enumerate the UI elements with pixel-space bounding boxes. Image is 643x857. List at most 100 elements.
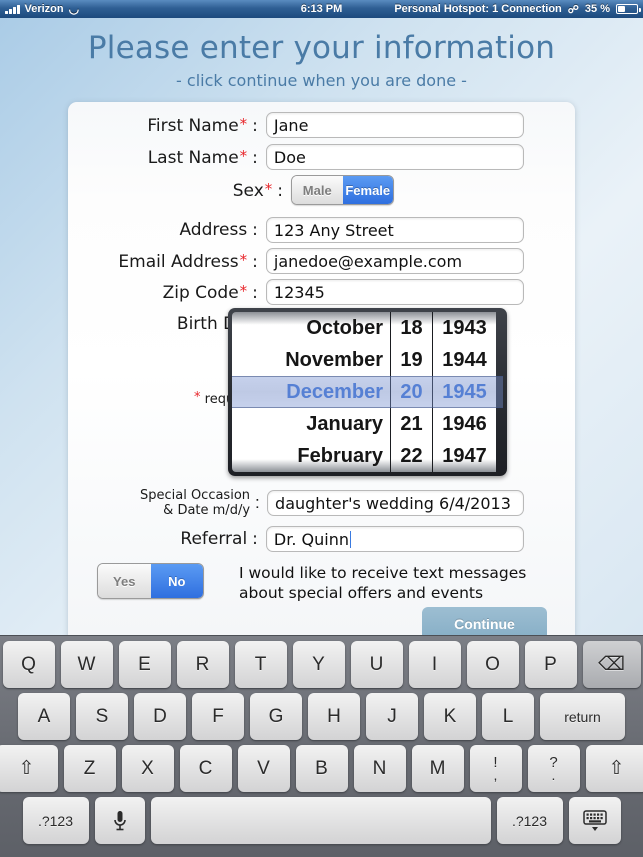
key-l[interactable]: L — [482, 693, 534, 740]
input-email[interactable]: janedoe@example.com — [265, 248, 524, 274]
input-special-occasion[interactable]: daughter's wedding 6/4/2013 — [267, 490, 524, 516]
date-picker-year-wheel[interactable]: 1943 1944 1945 1946 1947 — [432, 312, 496, 472]
segment-no[interactable]: No — [150, 564, 203, 598]
keyboard-row-3: ⇧ Z X C V B N M ! , ? . ⇧ — [0, 745, 643, 792]
required-asterisk: * — [239, 281, 248, 300]
keyboard-row-1: Q W E R T Y U I O P ⌫ — [2, 641, 641, 688]
input-referral[interactable]: Dr. Quinn — [265, 526, 524, 552]
required-asterisk: * — [264, 179, 273, 198]
optin-description: I would like to receive text messages ab… — [239, 564, 527, 602]
label-sex: Sex*: — [232, 179, 283, 201]
key-b[interactable]: B — [295, 745, 348, 792]
key-a[interactable]: A — [18, 693, 70, 740]
field-row-address: Address: 123 Any Street — [68, 217, 524, 243]
picker-cell[interactable]: January — [232, 408, 390, 440]
label-special-occasion: Special Occasion & Date m/d/y — [139, 488, 251, 518]
key-k[interactable]: K — [424, 693, 476, 740]
shift-icon-right[interactable]: ⇧ — [585, 745, 643, 792]
date-picker[interactable]: October November December January Februa… — [228, 308, 507, 476]
key-y[interactable]: Y — [292, 641, 345, 688]
keyboard-row-4: .?123 .?123 — [3, 797, 640, 844]
label-last-name: Last Name*: — [147, 146, 258, 168]
segment-male[interactable]: Male — [292, 176, 343, 204]
key-question-period[interactable]: ? . — [527, 745, 580, 792]
key-r[interactable]: R — [176, 641, 229, 688]
picker-cell-selected[interactable]: December — [232, 376, 390, 408]
key-w[interactable]: W — [60, 641, 113, 688]
segment-female[interactable]: Female — [342, 176, 393, 204]
key-exclam-comma[interactable]: ! , — [469, 745, 522, 792]
input-address[interactable]: 123 Any Street — [265, 217, 524, 243]
picker-cell[interactable]: October — [232, 312, 390, 344]
key-j[interactable]: J — [366, 693, 418, 740]
microphone-icon[interactable] — [94, 797, 145, 844]
backspace-icon[interactable]: ⌫ — [582, 641, 641, 688]
status-bar-right: Personal Hotspot: 1 Connection ☍ 35 % — [394, 3, 641, 16]
picker-cell[interactable]: 21 — [391, 408, 432, 440]
numeric-toggle-left[interactable]: .?123 — [22, 797, 89, 844]
date-picker-month-wheel[interactable]: October November December January Februa… — [232, 312, 390, 472]
picker-cell[interactable]: 1943 — [433, 312, 496, 344]
status-bar: Verizon ◡ 6:13 PM Personal Hotspot: 1 Co… — [0, 0, 643, 18]
key-h[interactable]: H — [308, 693, 360, 740]
key-s[interactable]: S — [76, 693, 128, 740]
picker-cell[interactable]: 1947 — [433, 440, 496, 472]
personal-hotspot-label: Personal Hotspot: 1 Connection — [394, 3, 562, 15]
picker-cell[interactable]: 18 — [391, 312, 432, 344]
hide-keyboard-icon[interactable] — [568, 797, 621, 844]
input-last-name[interactable]: Doe — [265, 144, 524, 170]
numeric-toggle-right[interactable]: .?123 — [496, 797, 563, 844]
field-row-last-name: Last Name*: Doe — [68, 144, 524, 170]
picker-cell-selected[interactable]: 20 — [391, 376, 432, 408]
keyboard-row-2: A S D F G H J K L return — [3, 693, 640, 740]
key-q[interactable]: Q — [2, 641, 55, 688]
picker-cell[interactable]: 19 — [391, 344, 432, 376]
key-v[interactable]: V — [237, 745, 290, 792]
picker-cell[interactable]: 22 — [391, 440, 432, 472]
label-referral: Referral: — [180, 529, 258, 549]
key-m[interactable]: M — [411, 745, 464, 792]
required-asterisk: * — [239, 250, 248, 269]
key-d[interactable]: D — [134, 693, 186, 740]
key-f[interactable]: F — [192, 693, 244, 740]
key-t[interactable]: T — [234, 641, 287, 688]
picker-cell-selected[interactable]: 1945 — [433, 376, 496, 408]
label-email: Email Address*: — [118, 250, 258, 272]
picker-cell[interactable]: February — [232, 440, 390, 472]
key-comma-label: , — [493, 766, 498, 783]
segmented-control-sex[interactable]: Male Female — [291, 175, 394, 205]
onscreen-keyboard[interactable]: Q W E R T Y U I O P ⌫ A S D F G H J K L … — [0, 635, 643, 857]
field-row-referral: Referral: Dr. Quinn — [68, 526, 524, 552]
key-g[interactable]: G — [250, 693, 302, 740]
input-first-name[interactable]: Jane — [265, 112, 524, 138]
key-u[interactable]: U — [350, 641, 403, 688]
key-i[interactable]: I — [408, 641, 461, 688]
input-first-name-value: Jane — [273, 115, 309, 135]
date-picker-wheels: October November December January Februa… — [232, 312, 503, 472]
key-o[interactable]: O — [466, 641, 519, 688]
segmented-control-optin[interactable]: Yes No — [97, 563, 204, 599]
key-p[interactable]: P — [524, 641, 577, 688]
key-c[interactable]: C — [179, 745, 232, 792]
picker-cell[interactable]: 1946 — [433, 408, 496, 440]
battery-icon — [616, 4, 641, 14]
key-n[interactable]: N — [353, 745, 406, 792]
input-zip-code[interactable]: 12345 — [265, 279, 524, 305]
picker-cell[interactable]: 1944 — [433, 344, 496, 376]
key-x[interactable]: X — [121, 745, 174, 792]
return-key[interactable]: return — [540, 693, 625, 740]
text-cursor — [349, 530, 352, 548]
page-title: Please enter your information — [87, 30, 556, 66]
label-first-name: First Name*: — [147, 114, 258, 136]
key-e[interactable]: E — [118, 641, 171, 688]
segment-yes[interactable]: Yes — [98, 564, 151, 598]
field-row-zip: Zip Code*: 12345 — [68, 279, 524, 305]
bluetooth-icon: ☍ — [567, 3, 579, 16]
input-address-value: 123 Any Street — [273, 220, 394, 240]
picker-cell[interactable]: November — [232, 344, 390, 376]
key-z[interactable]: Z — [63, 745, 116, 792]
date-picker-day-wheel[interactable]: 18 19 20 21 22 — [390, 312, 432, 472]
space-key[interactable] — [150, 797, 491, 844]
label-address: Address: — [179, 220, 258, 240]
shift-icon-left[interactable]: ⇧ — [0, 745, 58, 792]
